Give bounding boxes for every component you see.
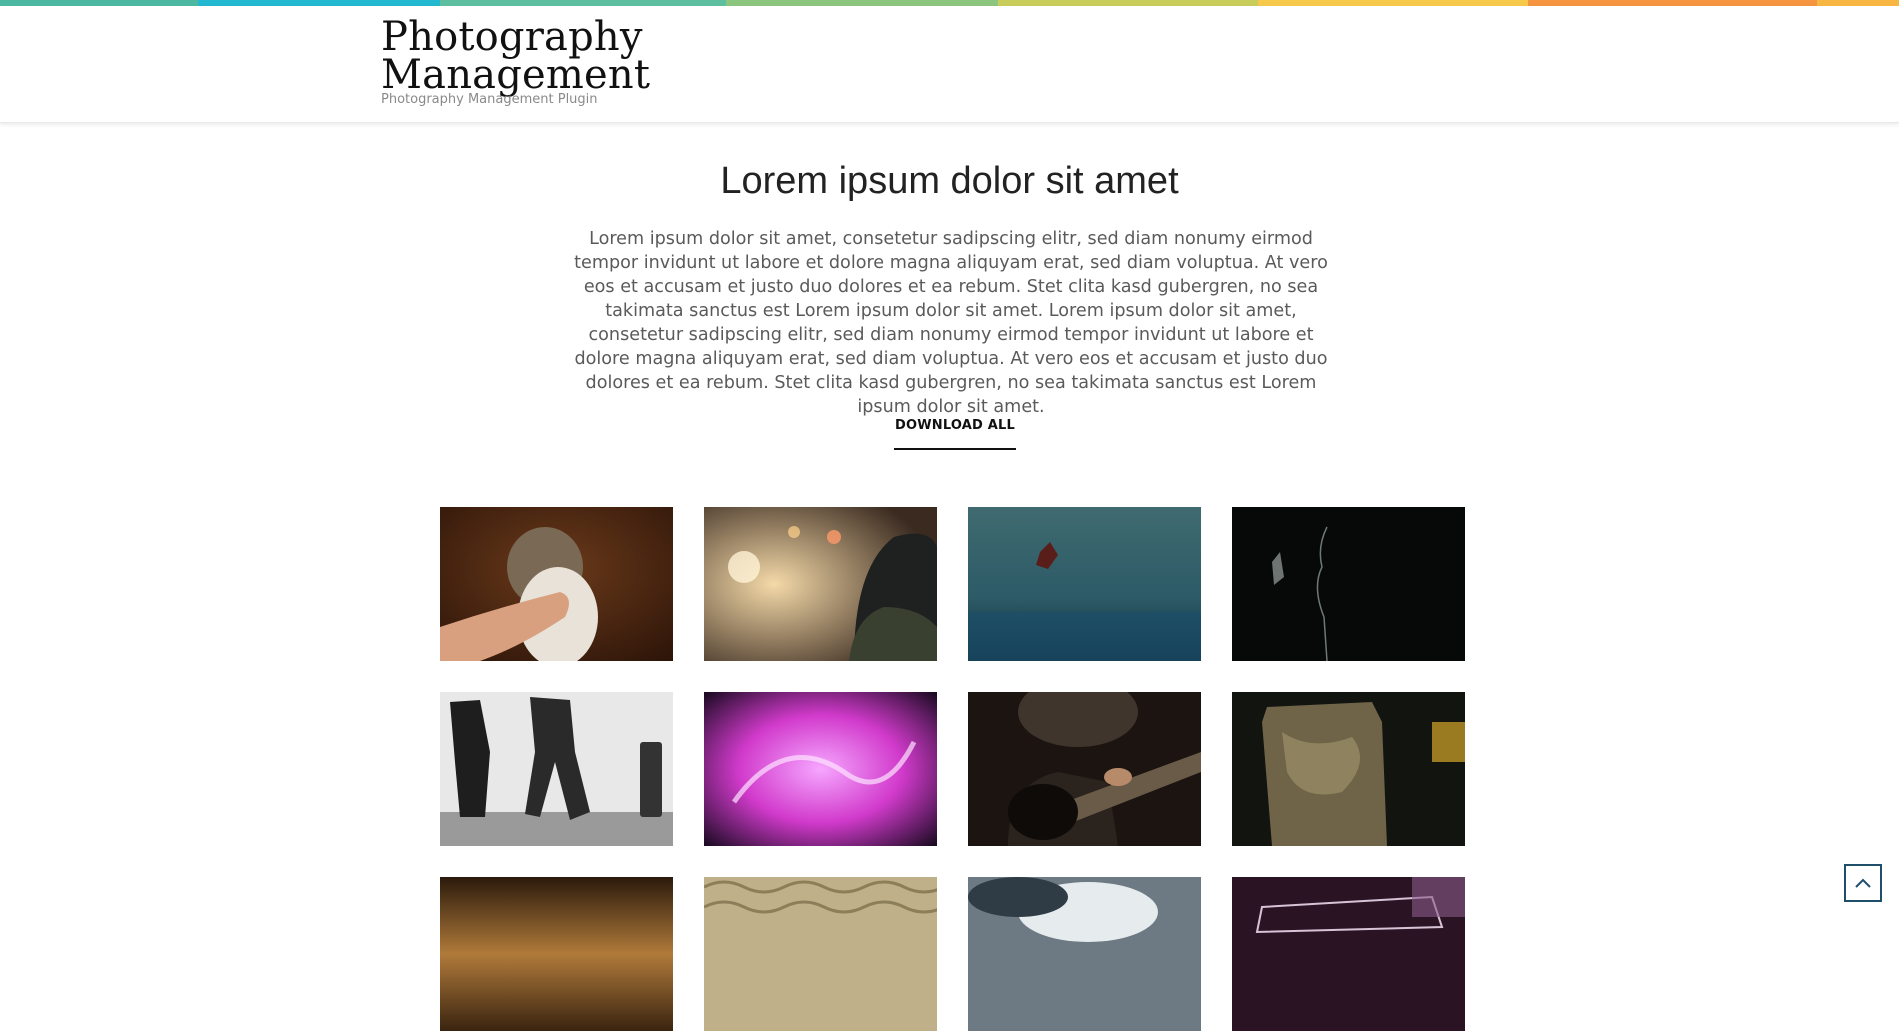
page-title: Lorem ipsum dolor sit amet	[720, 160, 1179, 202]
cat-hand-photo[interactable]	[440, 507, 673, 661]
leaf-on-water-photo[interactable]	[968, 507, 1201, 661]
scroll-to-top-button[interactable]	[1844, 864, 1882, 902]
site-header: Photography Management Photography Manag…	[0, 6, 1899, 123]
woven-texture-photo[interactable]	[704, 877, 937, 1031]
cloudy-sky-photo[interactable]	[968, 877, 1201, 1031]
site-tagline: Photography Management Plugin	[381, 92, 598, 107]
sepia-curve-photo[interactable]	[440, 877, 673, 1031]
silhouette-profile-photo[interactable]	[1232, 507, 1465, 661]
purple-neon-photo[interactable]	[1232, 877, 1465, 1031]
bokeh-portrait-photo[interactable]	[704, 507, 937, 661]
pink-light-trail-photo[interactable]	[704, 692, 937, 846]
guitar-player-photo[interactable]	[968, 692, 1201, 846]
glass-jar-photo[interactable]	[1232, 692, 1465, 846]
intro-paragraph: Lorem ipsum dolor sit amet, consetetur s…	[574, 229, 1328, 417]
site-title-link[interactable]: Photography Management	[381, 17, 681, 95]
chevron-up-icon	[1854, 874, 1872, 893]
couple-suitcase-photo[interactable]	[440, 692, 673, 846]
download-all-button[interactable]: DOWNLOAD ALL	[894, 418, 1016, 450]
photo-gallery	[440, 507, 1465, 1031]
